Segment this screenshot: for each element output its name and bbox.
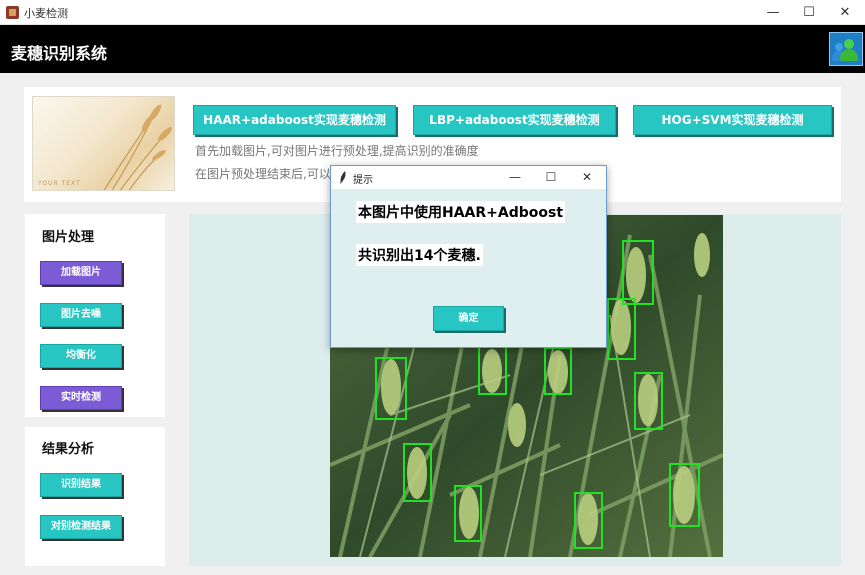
- dialog-titlebar: 提示 — ☐ ✕: [331, 166, 606, 189]
- realtime-detect-button[interactable]: 实时检测: [40, 386, 122, 410]
- image-processing-panel: 图片处理 加载图片 图片去噪 均衡化 实时检测: [25, 214, 165, 417]
- message-dialog: 提示 — ☐ ✕ 本图片中使用HAAR+Adboost 共识别出14个麦穗. 确…: [330, 165, 607, 348]
- window-titlebar: 小麦检测 — ☐ ✕: [0, 0, 865, 25]
- denoise-button[interactable]: 图片去噪: [40, 303, 122, 327]
- dialog-body: 本图片中使用HAAR+Adboost 共识别出14个麦穗. 确定: [331, 189, 606, 347]
- maximize-button[interactable]: ☐: [792, 0, 826, 25]
- hog-svm-detect-button[interactable]: HOG+SVM实现麦穗检测: [633, 105, 832, 135]
- equalize-button[interactable]: 均衡化: [40, 344, 122, 368]
- close-button[interactable]: ✕: [828, 0, 862, 25]
- dialog-message-line1: 本图片中使用HAAR+Adboost: [356, 201, 566, 223]
- app-header: 麦穗识别系统: [0, 25, 865, 73]
- lbp-detect-button[interactable]: LBP+adaboost实现麦穗检测: [413, 105, 616, 135]
- hint-text-2: 在图片预处理结束后,可以: [195, 167, 331, 181]
- feather-icon: [340, 171, 346, 184]
- dialog-message-line2: 共识别出14个麦穗.: [356, 244, 483, 266]
- result-analysis-panel: 结果分析 识别结果 对别检测结果: [25, 427, 165, 566]
- hint-text-1: 首先加载图片,可对图片进行预处理,提高识别的准确度: [195, 144, 479, 158]
- result-analysis-title: 结果分析: [42, 442, 95, 457]
- ok-button[interactable]: 确定: [433, 306, 504, 331]
- haar-detect-button[interactable]: HAAR+adaboost实现麦穗检测: [193, 105, 396, 135]
- dialog-maximize-button[interactable]: ☐: [538, 167, 564, 188]
- banner-caption: YOUR TEXT: [38, 180, 81, 187]
- dialog-close-button[interactable]: ✕: [574, 167, 600, 188]
- recognition-result-button[interactable]: 识别结果: [40, 473, 122, 497]
- compare-detection-button[interactable]: 对别检测结果: [40, 515, 122, 539]
- image-processing-title: 图片处理: [42, 230, 95, 245]
- users-icon[interactable]: [829, 32, 863, 66]
- dialog-minimize-button[interactable]: —: [502, 167, 528, 188]
- window-title: 小麦检测: [24, 7, 68, 20]
- load-image-button[interactable]: 加载图片: [40, 261, 122, 285]
- wheat-banner-image: YOUR TEXT: [32, 96, 175, 191]
- app-title: 麦穗识别系统: [11, 44, 108, 63]
- app-icon: [6, 6, 19, 19]
- minimize-button[interactable]: —: [756, 0, 790, 25]
- dialog-title: 提示: [353, 175, 373, 186]
